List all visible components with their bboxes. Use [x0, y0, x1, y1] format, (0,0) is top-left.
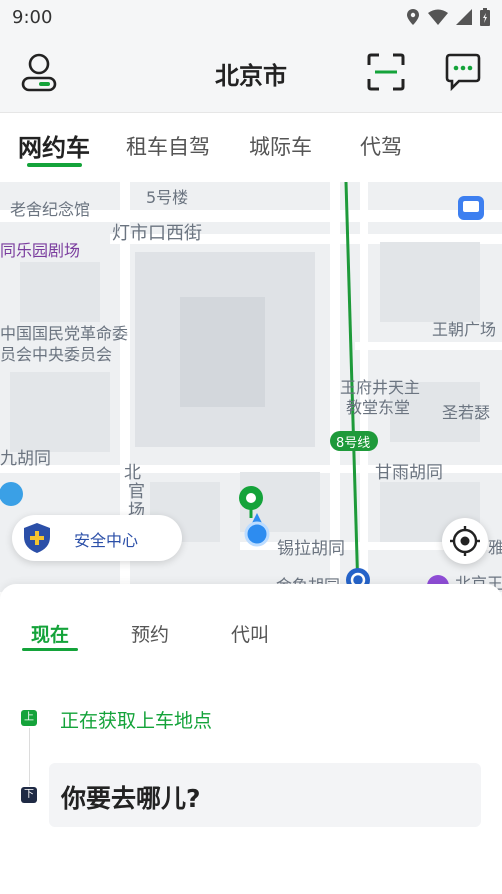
shield-icon [24, 523, 50, 553]
crosshair-icon [450, 526, 480, 556]
tab-intercity[interactable]: 城际车 [249, 131, 312, 161]
tab-designated-driver[interactable]: 代驾 [360, 131, 402, 161]
status-time: 9:00 [12, 6, 53, 28]
map-label: 圣若瑟 [442, 403, 491, 422]
tab-car-rental[interactable]: 租车自驾 [126, 131, 210, 161]
signal-icon [456, 9, 472, 25]
destination-input[interactable]: 你要去哪儿? [49, 763, 481, 827]
app-header: 北京市 [0, 34, 502, 112]
message-icon [445, 53, 481, 92]
safety-center-button[interactable]: 安全中心 [12, 515, 182, 561]
tab-ride-hailing[interactable]: 网约车 [18, 128, 90, 163]
map-label: 灯市口西街 [112, 223, 202, 244]
status-icons [406, 8, 490, 26]
booking-panel: 现在 预约 代叫 上 正在获取上车地点 下 你要去哪儿? [0, 584, 502, 894]
status-bar: 9:00 [0, 0, 502, 34]
map-label: 王朝广场 [432, 320, 497, 339]
map-label: 老舍纪念馆 [10, 200, 91, 219]
tab-reserve[interactable]: 预约 [131, 620, 169, 647]
map-label: 教堂东堂 [346, 398, 411, 417]
booking-tab-indicator [22, 648, 78, 651]
scan-button[interactable] [366, 52, 406, 92]
metro-line-label: 8号线 [336, 436, 371, 451]
map-label: 5号楼 [146, 188, 189, 207]
destination-placeholder: 你要去哪儿? [61, 784, 201, 813]
tab-now[interactable]: 现在 [31, 620, 69, 647]
locate-me-button[interactable] [442, 518, 488, 564]
dropoff-marker-icon: 下 [21, 787, 37, 803]
map-label: 九胡同 [0, 449, 51, 469]
wifi-icon [428, 9, 448, 25]
map-label: 同乐园剧场 [0, 241, 81, 260]
battery-icon [480, 8, 490, 26]
service-tabs: 网约车 租车自驾 城际车 代驾 [0, 112, 502, 183]
scan-icon [367, 53, 405, 91]
map-label: 员会中央委员会 [0, 345, 113, 364]
route-connector [29, 728, 30, 786]
city-title[interactable]: 北京市 [0, 56, 502, 91]
messages-button[interactable] [443, 52, 483, 92]
map-label: 锡拉胡同 [277, 539, 345, 559]
safety-center-label: 安全中心 [74, 531, 139, 550]
location-icon [407, 9, 419, 25]
pickup-marker-icon: 上 [21, 710, 37, 726]
pickup-location[interactable]: 正在获取上车地点 [60, 706, 212, 733]
active-tab-indicator [27, 163, 82, 167]
tab-call-for-others[interactable]: 代叫 [231, 620, 269, 647]
map-label: 甘雨胡同 [375, 463, 443, 483]
map-label: 雅 [488, 538, 502, 557]
